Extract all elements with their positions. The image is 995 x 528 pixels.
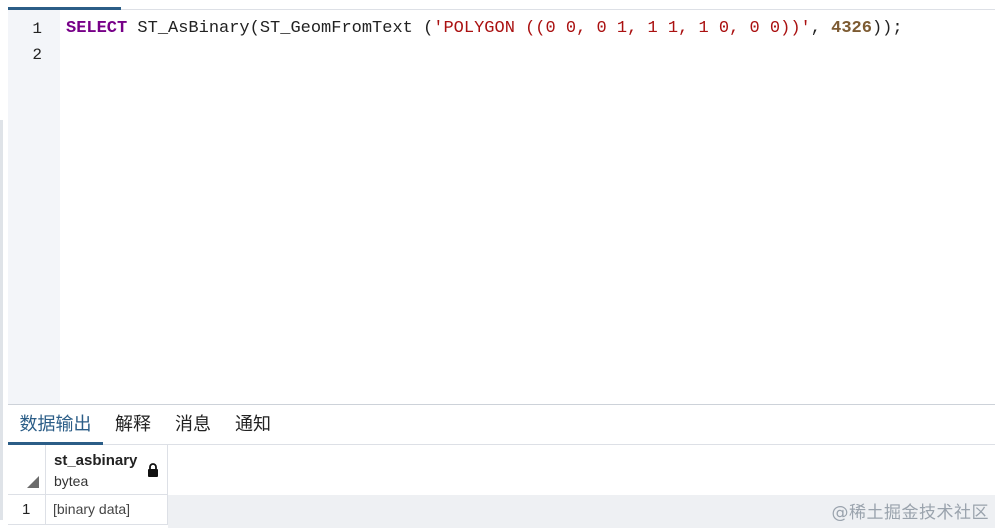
sql-number-literal: 4326 (831, 19, 872, 38)
code-line[interactable]: SELECT ST_AsBinary(ST_GeomFromText ('POL… (66, 16, 903, 42)
watermark: @稀土掘金技术社区 (831, 503, 989, 523)
sql-keyword: SELECT (66, 19, 128, 38)
column-header[interactable]: st_asbinary bytea (46, 445, 168, 495)
column-type: bytea (54, 473, 89, 489)
tab-label: 数据输出 (19, 414, 92, 435)
sql-function-call: ST_AsBinary(ST_GeomFromText ( (127, 19, 434, 38)
sql-separator: , (810, 19, 832, 38)
corner-triangle-icon (27, 476, 39, 488)
tab-notifications[interactable]: 通知 (228, 405, 278, 444)
row-number[interactable]: 1 (8, 495, 46, 525)
line-number-gutter: 1 2 (8, 10, 60, 404)
result-tabs: 数据输出 解释 消息 通知 (8, 405, 995, 445)
panel-splitter[interactable] (0, 120, 3, 520)
lock-icon (148, 463, 158, 477)
line-number: 1 (32, 20, 42, 38)
sql-statement-end: )); (871, 19, 903, 38)
tab-data-output[interactable]: 数据输出 (8, 405, 103, 445)
tab-explain[interactable]: 解释 (108, 405, 158, 444)
select-all-corner[interactable] (8, 445, 46, 495)
tab-messages[interactable]: 消息 (168, 405, 218, 444)
tab-label: 通知 (235, 414, 271, 435)
tab-label: 消息 (175, 414, 211, 435)
tab-label: 解释 (115, 414, 151, 435)
sql-editor[interactable]: 1 2 SELECT ST_AsBinary(ST_GeomFromText (… (8, 10, 995, 404)
sql-string-literal: 'POLYGON ((0 0, 0 1, 1 1, 1 0, 0 0))' (433, 19, 811, 38)
query-tool: 1 2 SELECT ST_AsBinary(ST_GeomFromText (… (0, 0, 995, 528)
line-number: 2 (32, 46, 42, 64)
table-cell[interactable]: [binary data] (46, 495, 168, 525)
column-name: st_asbinary (54, 452, 138, 469)
